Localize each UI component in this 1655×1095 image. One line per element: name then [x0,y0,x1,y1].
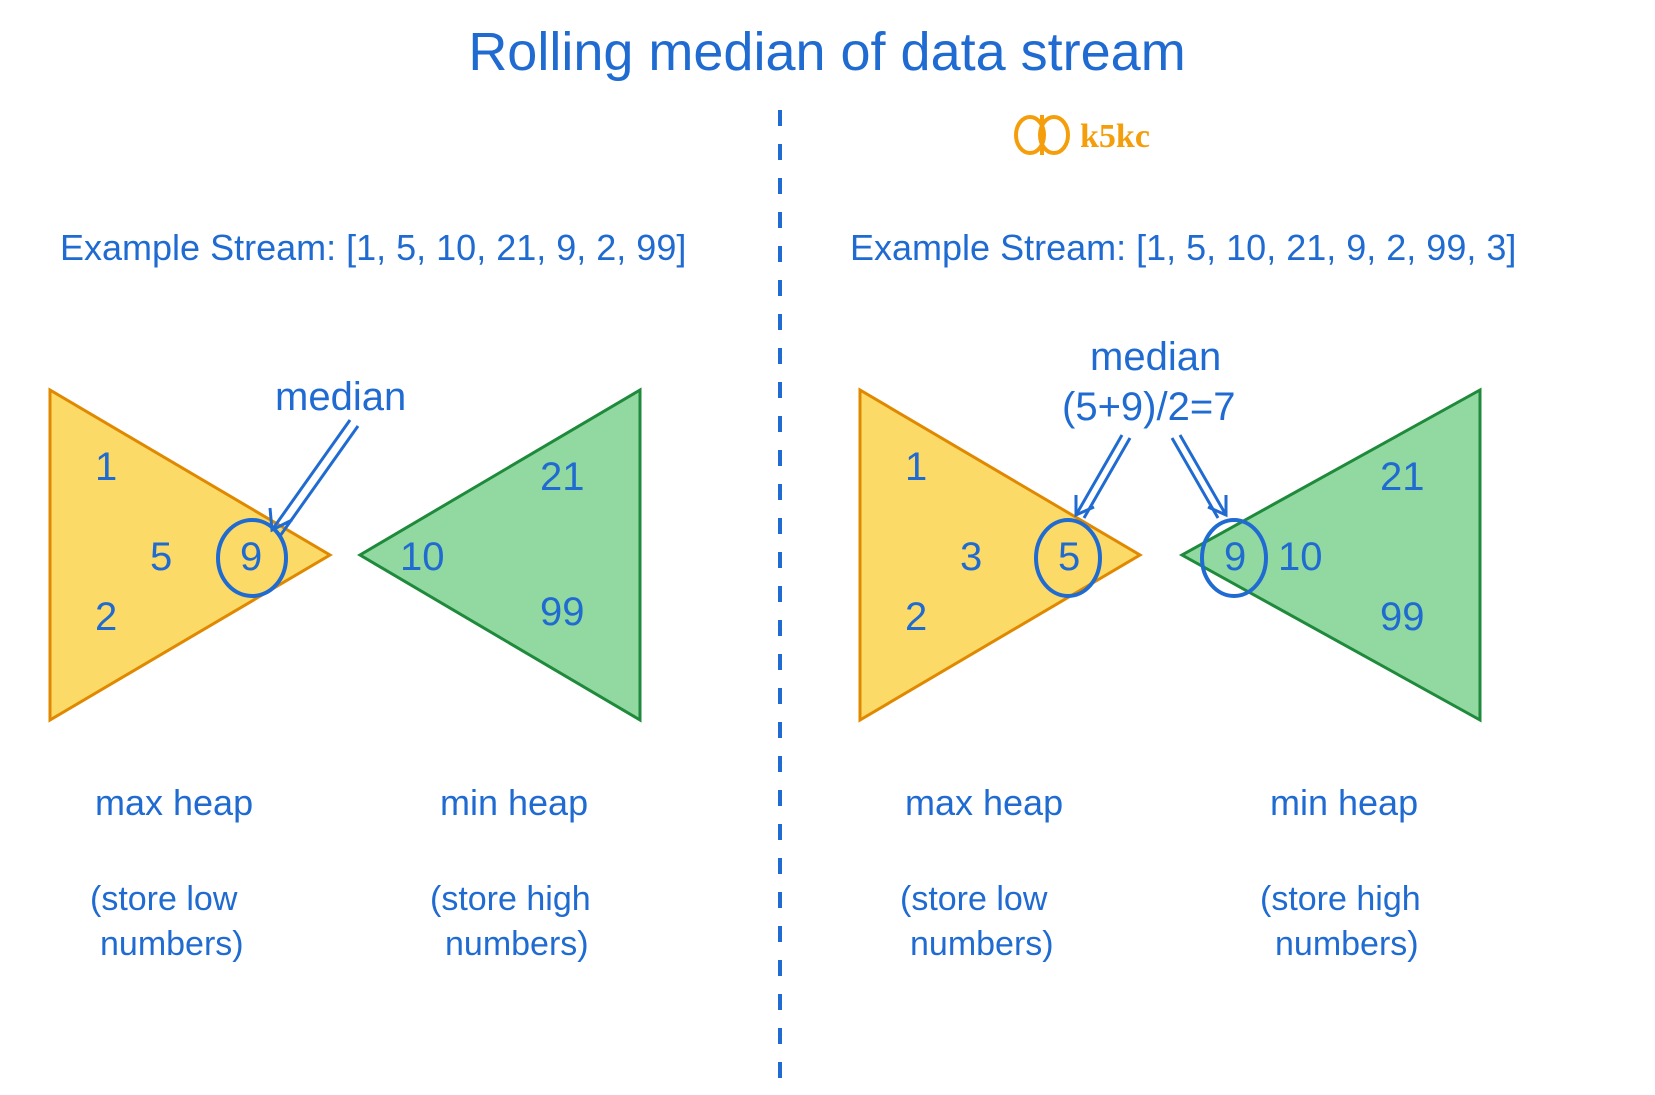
right-max-val-top: 5 [1058,535,1080,579]
right-min-val-b: 99 [1380,595,1425,639]
left-min-val-top: 10 [400,535,445,579]
right-min-heap: 9 10 21 99 [1182,390,1480,720]
right-panel: Example Stream: [1, 5, 10, 21, 9, 2, 99,… [850,227,1516,963]
right-max-val-b: 3 [960,535,982,579]
right-stream-label: Example Stream: [1, 5, 10, 21, 9, 2, 99,… [850,227,1516,268]
left-min-val-a: 21 [540,455,585,499]
right-max-heap: 1 3 2 5 [860,390,1140,720]
page-title: Rolling median of data stream [468,22,1185,82]
right-max-val-c: 2 [905,595,927,639]
right-max-desc2: numbers) [910,925,1054,963]
left-panel: Example Stream: [1, 5, 10, 21, 9, 2, 99]… [50,227,686,963]
left-max-val-c: 2 [95,595,117,639]
left-max-desc2: numbers) [100,925,244,963]
left-max-heap: 1 5 2 9 [50,390,330,720]
left-max-val-b: 5 [150,535,172,579]
butterfly-icon [1016,115,1068,155]
diagram-canvas: Rolling median of data stream k5kc Examp… [0,0,1655,1095]
right-min-desc2: numbers) [1275,925,1419,963]
left-median-label: median [275,375,406,419]
right-arrow-right-icon [1172,435,1226,518]
left-min-val-b: 99 [540,590,585,634]
right-max-val-a: 1 [905,445,927,489]
right-min-desc1: (store high [1260,880,1421,918]
left-max-label: max heap [95,782,253,823]
right-min-val-top: 9 [1224,535,1246,579]
left-min-heap: 10 21 99 [360,390,640,720]
left-min-label: min heap [440,782,588,823]
right-arrow-left-icon [1076,435,1130,518]
brand-text: k5kc [1080,118,1150,155]
left-min-desc2: numbers) [445,925,589,963]
right-max-desc1: (store low [900,880,1048,918]
right-min-label: min heap [1270,782,1418,823]
brand-logo: k5kc [1016,115,1150,155]
left-max-val-a: 1 [95,445,117,489]
left-max-val-top: 9 [240,535,262,579]
right-max-label: max heap [905,782,1063,823]
left-max-desc1: (store low [90,880,238,918]
right-min-val-a: 21 [1380,455,1425,499]
left-min-desc1: (store high [430,880,591,918]
right-median-label: median [1090,335,1221,379]
left-arrow-icon [270,420,358,536]
right-min-val-mid: 10 [1278,535,1323,579]
left-stream-label: Example Stream: [1, 5, 10, 21, 9, 2, 99] [60,227,686,268]
right-median-calc: (5+9)/2=7 [1062,385,1235,429]
